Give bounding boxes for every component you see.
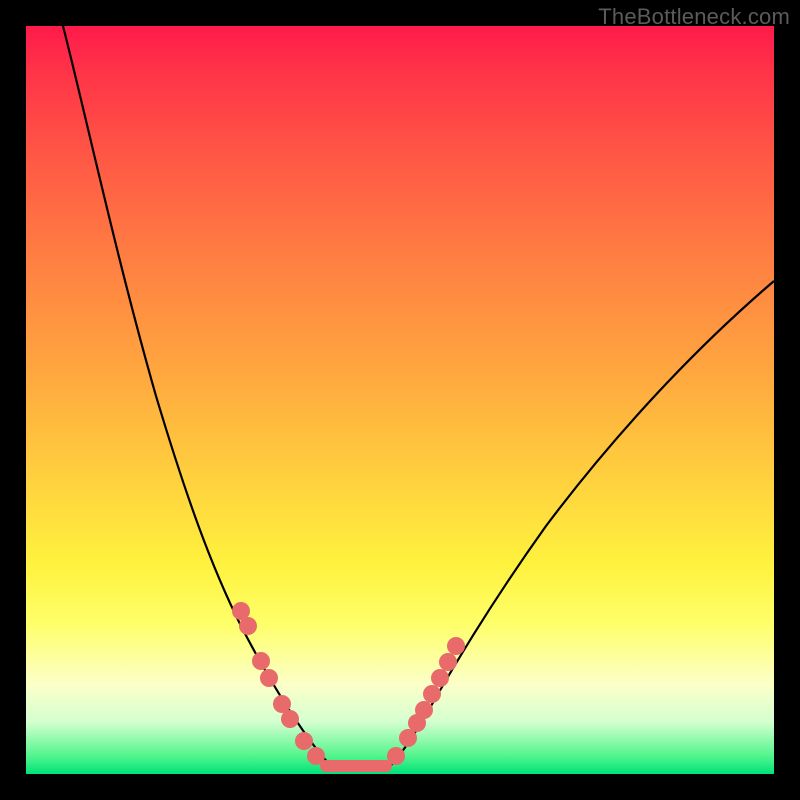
dot: [252, 652, 270, 670]
dot: [447, 637, 465, 655]
dot: [307, 747, 325, 765]
dot: [281, 710, 299, 728]
dot: [399, 729, 417, 747]
dot: [423, 685, 441, 703]
dot: [439, 653, 457, 671]
chart-frame: TheBottleneck.com: [0, 0, 800, 800]
curve-overlay: [26, 26, 774, 774]
right-arm-curve: [388, 281, 774, 768]
dot: [431, 669, 449, 687]
dot: [415, 701, 433, 719]
plot-area: [26, 26, 774, 774]
dot: [260, 669, 278, 687]
left-dot-cluster: [232, 602, 325, 765]
left-arm-curve: [63, 26, 333, 768]
right-dot-cluster: [387, 637, 465, 765]
dot: [387, 747, 405, 765]
dot: [295, 732, 313, 750]
dot: [239, 617, 257, 635]
